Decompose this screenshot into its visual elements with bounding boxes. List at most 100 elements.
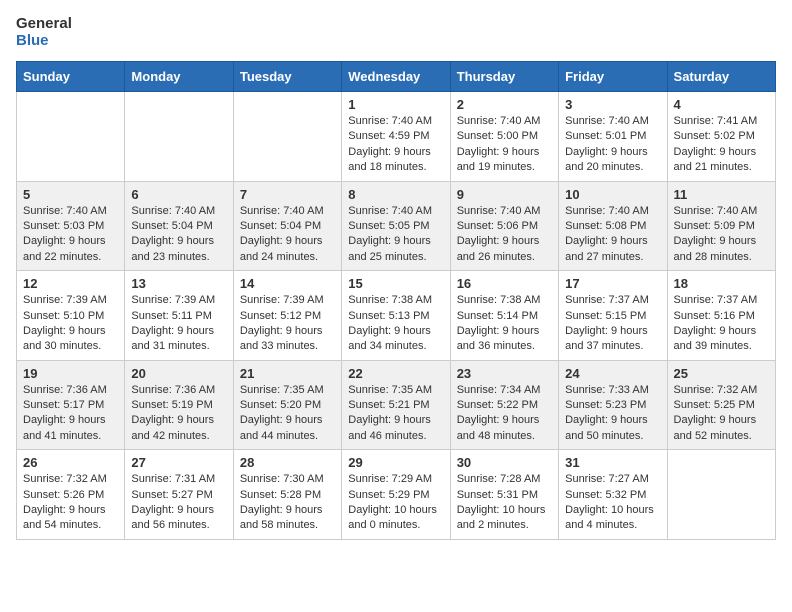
calendar-table: SundayMondayTuesdayWednesdayThursdayFrid…: [16, 61, 776, 540]
weekday-header-row: SundayMondayTuesdayWednesdayThursdayFrid…: [17, 62, 776, 92]
calendar-cell: 25 Sunrise: 7:32 AM Sunset: 5:25 PM Dayli…: [667, 360, 775, 450]
day-info: Sunrise: 7:40 AM Sunset: 5:04 PM Dayligh…: [240, 204, 335, 266]
day-info: Sunrise: 7:39 AM Sunset: 5:11 PM Dayligh…: [131, 293, 226, 355]
day-info: Sunrise: 7:40 AM Sunset: 4:59 PM Dayligh…: [348, 114, 443, 176]
day-number: 8: [348, 187, 443, 202]
calendar-week-row: 1 Sunrise: 7:40 AM Sunset: 4:59 PM Daylig…: [17, 92, 776, 182]
day-number: 2: [457, 97, 552, 112]
day-info: Sunrise: 7:33 AM Sunset: 5:23 PM Dayligh…: [565, 383, 660, 445]
day-info: Sunrise: 7:28 AM Sunset: 5:31 PM Dayligh…: [457, 472, 552, 534]
calendar-cell: 14Sunrise: 7:39 AM Sunset: 5:12 PM Dayli…: [233, 271, 341, 361]
day-info: Sunrise: 7:41 AM Sunset: 5:02 PM Dayligh…: [674, 114, 769, 176]
calendar-cell: 21Sunrise: 7:35 AM Sunset: 5:20 PM Dayli…: [233, 360, 341, 450]
day-info: Sunrise: 7:36 AM Sunset: 5:19 PM Dayligh…: [131, 383, 226, 445]
day-info: Sunrise: 7:38 AM Sunset: 5:13 PM Dayligh…: [348, 293, 443, 355]
day-info: Sunrise: 7:30 AM Sunset: 5:28 PM Dayligh…: [240, 472, 335, 534]
day-number: 6: [131, 187, 226, 202]
day-number: 19: [23, 366, 118, 381]
day-number: 28: [240, 455, 335, 470]
day-info: Sunrise: 7:35 AM Sunset: 5:20 PM Dayligh…: [240, 383, 335, 445]
calendar-cell: 22 Sunrise: 7:35 AM Sunset: 5:21 PM Dayli…: [342, 360, 450, 450]
day-number: 1: [348, 97, 443, 112]
calendar-week-row: 19 Sunrise: 7:36 AM Sunset: 5:17 PM Dayli…: [17, 360, 776, 450]
calendar-cell: 31 Sunrise: 7:27 AM Sunset: 5:32 PM Dayli…: [559, 450, 667, 540]
day-number: 12: [23, 276, 118, 291]
day-info: Sunrise: 7:40 AM Sunset: 5:01 PM Dayligh…: [565, 114, 660, 176]
calendar-cell: 5Sunrise: 7:40 AM Sunset: 5:03 PM Daylig…: [17, 181, 125, 271]
day-number: 31: [565, 455, 660, 470]
day-info: Sunrise: 7:34 AM Sunset: 5:22 PM Dayligh…: [457, 383, 552, 445]
weekday-header-monday: Monday: [125, 62, 233, 92]
calendar-cell: 1 Sunrise: 7:40 AM Sunset: 4:59 PM Daylig…: [342, 92, 450, 182]
day-number: 20: [131, 366, 226, 381]
day-info: Sunrise: 7:39 AM Sunset: 5:12 PM Dayligh…: [240, 293, 335, 355]
day-info: Sunrise: 7:31 AM Sunset: 5:27 PM Dayligh…: [131, 472, 226, 534]
calendar-cell: 12 Sunrise: 7:39 AM Sunset: 5:10 PM Dayli…: [17, 271, 125, 361]
calendar-cell: [233, 92, 341, 182]
weekday-header-tuesday: Tuesday: [233, 62, 341, 92]
calendar-cell: 29 Sunrise: 7:29 AM Sunset: 5:29 PM Dayli…: [342, 450, 450, 540]
weekday-header-wednesday: Wednesday: [342, 62, 450, 92]
calendar-cell: 9Sunrise: 7:40 AM Sunset: 5:06 PM Daylig…: [450, 181, 558, 271]
day-info: Sunrise: 7:32 AM Sunset: 5:26 PM Dayligh…: [23, 472, 118, 534]
day-number: 15: [348, 276, 443, 291]
day-info: Sunrise: 7:40 AM Sunset: 5:06 PM Dayligh…: [457, 204, 552, 266]
calendar-cell: 3 Sunrise: 7:40 AM Sunset: 5:01 PM Daylig…: [559, 92, 667, 182]
day-number: 17: [565, 276, 660, 291]
calendar-cell: 26 Sunrise: 7:32 AM Sunset: 5:26 PM Dayli…: [17, 450, 125, 540]
calendar-cell: 23 Sunrise: 7:34 AM Sunset: 5:22 PM Dayli…: [450, 360, 558, 450]
day-info: Sunrise: 7:40 AM Sunset: 5:04 PM Dayligh…: [131, 204, 226, 266]
day-info: Sunrise: 7:32 AM Sunset: 5:25 PM Dayligh…: [674, 383, 769, 445]
day-number: 23: [457, 366, 552, 381]
calendar-week-row: 5Sunrise: 7:40 AM Sunset: 5:03 PM Daylig…: [17, 181, 776, 271]
calendar-cell: 18 Sunrise: 7:37 AM Sunset: 5:16 PM Dayli…: [667, 271, 775, 361]
calendar-cell: 4 Sunrise: 7:41 AM Sunset: 5:02 PM Daylig…: [667, 92, 775, 182]
day-number: 4: [674, 97, 769, 112]
calendar-week-row: 12 Sunrise: 7:39 AM Sunset: 5:10 PM Dayli…: [17, 271, 776, 361]
day-info: Sunrise: 7:27 AM Sunset: 5:32 PM Dayligh…: [565, 472, 660, 534]
day-info: Sunrise: 7:29 AM Sunset: 5:29 PM Dayligh…: [348, 472, 443, 534]
day-info: Sunrise: 7:39 AM Sunset: 5:10 PM Dayligh…: [23, 293, 118, 355]
weekday-header-sunday: Sunday: [17, 62, 125, 92]
calendar-cell: 11 Sunrise: 7:40 AM Sunset: 5:09 PM Dayli…: [667, 181, 775, 271]
calendar-cell: 7Sunrise: 7:40 AM Sunset: 5:04 PM Daylig…: [233, 181, 341, 271]
calendar-cell: 13 Sunrise: 7:39 AM Sunset: 5:11 PM Dayli…: [125, 271, 233, 361]
calendar-cell: [667, 450, 775, 540]
weekday-header-thursday: Thursday: [450, 62, 558, 92]
day-info: Sunrise: 7:38 AM Sunset: 5:14 PM Dayligh…: [457, 293, 552, 355]
day-number: 29: [348, 455, 443, 470]
calendar-cell: 28 Sunrise: 7:30 AM Sunset: 5:28 PM Dayli…: [233, 450, 341, 540]
calendar-cell: 30 Sunrise: 7:28 AM Sunset: 5:31 PM Dayli…: [450, 450, 558, 540]
day-info: Sunrise: 7:40 AM Sunset: 5:00 PM Dayligh…: [457, 114, 552, 176]
calendar-cell: 15 Sunrise: 7:38 AM Sunset: 5:13 PM Dayli…: [342, 271, 450, 361]
day-number: 24: [565, 366, 660, 381]
day-info: Sunrise: 7:37 AM Sunset: 5:16 PM Dayligh…: [674, 293, 769, 355]
day-number: 3: [565, 97, 660, 112]
day-number: 10: [565, 187, 660, 202]
day-number: 22: [348, 366, 443, 381]
calendar-cell: [125, 92, 233, 182]
page-header: General Blue: [16, 16, 776, 49]
weekday-header-friday: Friday: [559, 62, 667, 92]
calendar-cell: 19 Sunrise: 7:36 AM Sunset: 5:17 PM Dayli…: [17, 360, 125, 450]
day-number: 11: [674, 187, 769, 202]
calendar-cell: 20 Sunrise: 7:36 AM Sunset: 5:19 PM Dayli…: [125, 360, 233, 450]
day-info: Sunrise: 7:35 AM Sunset: 5:21 PM Dayligh…: [348, 383, 443, 445]
day-info: Sunrise: 7:40 AM Sunset: 5:09 PM Dayligh…: [674, 204, 769, 266]
day-number: 18: [674, 276, 769, 291]
calendar-cell: 27 Sunrise: 7:31 AM Sunset: 5:27 PM Dayli…: [125, 450, 233, 540]
day-info: Sunrise: 7:40 AM Sunset: 5:08 PM Dayligh…: [565, 204, 660, 266]
day-info: Sunrise: 7:36 AM Sunset: 5:17 PM Dayligh…: [23, 383, 118, 445]
day-number: 25: [674, 366, 769, 381]
day-number: 26: [23, 455, 118, 470]
day-number: 13: [131, 276, 226, 291]
calendar-week-row: 26 Sunrise: 7:32 AM Sunset: 5:26 PM Dayli…: [17, 450, 776, 540]
calendar-cell: 16 Sunrise: 7:38 AM Sunset: 5:14 PM Dayli…: [450, 271, 558, 361]
day-number: 27: [131, 455, 226, 470]
day-info: Sunrise: 7:40 AM Sunset: 5:03 PM Dayligh…: [23, 204, 118, 266]
day-number: 16: [457, 276, 552, 291]
day-info: Sunrise: 7:40 AM Sunset: 5:05 PM Dayligh…: [348, 204, 443, 266]
weekday-header-saturday: Saturday: [667, 62, 775, 92]
day-number: 30: [457, 455, 552, 470]
logo: General Blue: [16, 16, 72, 49]
